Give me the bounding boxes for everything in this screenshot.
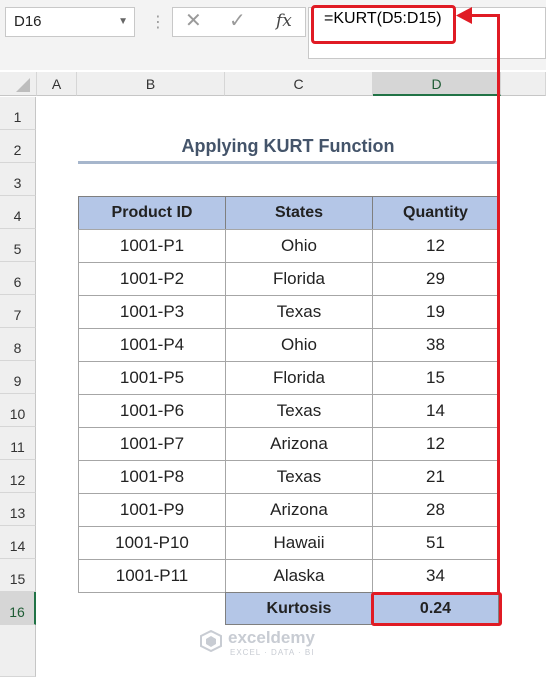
select-all-corner[interactable] — [0, 72, 37, 96]
chevron-down-icon[interactable]: ▼ — [118, 8, 128, 36]
watermark-tagline: EXCEL · DATA · BI — [230, 648, 315, 657]
table-header-quantity[interactable]: Quantity — [372, 196, 499, 230]
table-cell-product-id[interactable]: 1001-P9 — [78, 493, 226, 527]
table-cell-product-id[interactable]: 1001-P1 — [78, 229, 226, 263]
table-cell-product-id[interactable]: 1001-P3 — [78, 295, 226, 329]
table-cell-quantity[interactable]: 21 — [372, 460, 499, 494]
table-cell-product-id[interactable]: 1001-P8 — [78, 460, 226, 494]
column-header-a[interactable]: A — [37, 72, 77, 96]
row-header-7[interactable]: 7 — [0, 295, 36, 328]
row-header-2[interactable]: 2 — [0, 130, 36, 163]
table-cell-state[interactable]: Alaska — [225, 559, 373, 593]
grip-dots-icon: ⋮ — [150, 14, 166, 31]
formula-highlight-box — [311, 5, 456, 44]
arrow-head-icon — [456, 7, 472, 24]
sheet-title: Applying KURT Function — [181, 136, 395, 156]
table-cell-state[interactable]: Texas — [225, 394, 373, 428]
kurtosis-label[interactable]: Kurtosis — [225, 592, 373, 625]
table-cell-state[interactable]: Ohio — [225, 229, 373, 263]
row-header-4[interactable]: 4 — [0, 196, 36, 229]
column-header-c[interactable]: C — [225, 72, 373, 96]
watermark-name: exceldemy — [228, 628, 315, 647]
table-cell-quantity[interactable]: 12 — [372, 229, 499, 263]
row-header-5[interactable]: 5 — [0, 229, 36, 262]
table-cell-quantity[interactable]: 19 — [372, 295, 499, 329]
table-cell-state[interactable]: Hawaii — [225, 526, 373, 560]
table-cell-state[interactable]: Texas — [225, 460, 373, 494]
result-highlight-box — [371, 592, 502, 626]
table-cell-quantity[interactable]: 14 — [372, 394, 499, 428]
name-box-value: D16 — [14, 13, 42, 30]
fx-icon[interactable]: fx — [276, 11, 292, 31]
table-cell-product-id[interactable]: 1001-P2 — [78, 262, 226, 296]
table-cell-quantity[interactable]: 38 — [372, 328, 499, 362]
column-header-blank — [501, 72, 546, 96]
row-header-10[interactable]: 10 — [0, 394, 36, 427]
table-header-product-id[interactable]: Product ID — [78, 196, 226, 230]
table-cell-state[interactable]: Arizona — [225, 427, 373, 461]
table-header-states[interactable]: States — [225, 196, 373, 230]
table-cell-quantity[interactable]: 12 — [372, 427, 499, 461]
row-header-16[interactable]: 16 — [0, 592, 36, 625]
table-cell-product-id[interactable]: 1001-P10 — [78, 526, 226, 560]
row-header-13[interactable]: 13 — [0, 493, 36, 526]
table-cell-product-id[interactable]: 1001-P7 — [78, 427, 226, 461]
row-header-11[interactable]: 11 — [0, 427, 36, 460]
table-cell-product-id[interactable]: 1001-P11 — [78, 559, 226, 593]
table-cell-quantity[interactable]: 51 — [372, 526, 499, 560]
row-header-12[interactable]: 12 — [0, 460, 36, 493]
row-header-14[interactable]: 14 — [0, 526, 36, 559]
table-cell-product-id[interactable]: 1001-P5 — [78, 361, 226, 395]
table-cell-state[interactable]: Florida — [225, 361, 373, 395]
column-header-b[interactable]: B — [77, 72, 225, 96]
table-cell-state[interactable]: Texas — [225, 295, 373, 329]
table-cell-quantity[interactable]: 29 — [372, 262, 499, 296]
table-cell-state[interactable]: Arizona — [225, 493, 373, 527]
close-icon[interactable]: ✕ — [185, 8, 202, 33]
table-cell-quantity[interactable]: 28 — [372, 493, 499, 527]
row-header-8[interactable]: 8 — [0, 328, 36, 361]
table-cell-state[interactable]: Florida — [225, 262, 373, 296]
check-icon[interactable]: ✓ — [229, 8, 246, 33]
title-underline — [78, 161, 498, 164]
table-cell-state[interactable]: Ohio — [225, 328, 373, 362]
table-cell-quantity[interactable]: 15 — [372, 361, 499, 395]
exceldemy-logo-icon — [200, 630, 222, 652]
row-header-filler — [0, 625, 36, 677]
table-cell-product-id[interactable]: 1001-P4 — [78, 328, 226, 362]
callout-arrow-top — [468, 14, 500, 17]
row-header-9[interactable]: 9 — [0, 361, 36, 394]
callout-arrow-line — [497, 14, 500, 593]
table-cell-product-id[interactable]: 1001-P6 — [78, 394, 226, 428]
row-header-15[interactable]: 15 — [0, 559, 36, 592]
row-header-1[interactable]: 1 — [0, 97, 36, 130]
name-box[interactable]: D16 ▼ — [5, 7, 135, 37]
column-header-d[interactable]: D — [373, 72, 501, 96]
row-header-3[interactable]: 3 — [0, 163, 36, 196]
select-all-icon — [16, 78, 30, 92]
table-cell-quantity[interactable]: 34 — [372, 559, 499, 593]
row-header-6[interactable]: 6 — [0, 262, 36, 295]
